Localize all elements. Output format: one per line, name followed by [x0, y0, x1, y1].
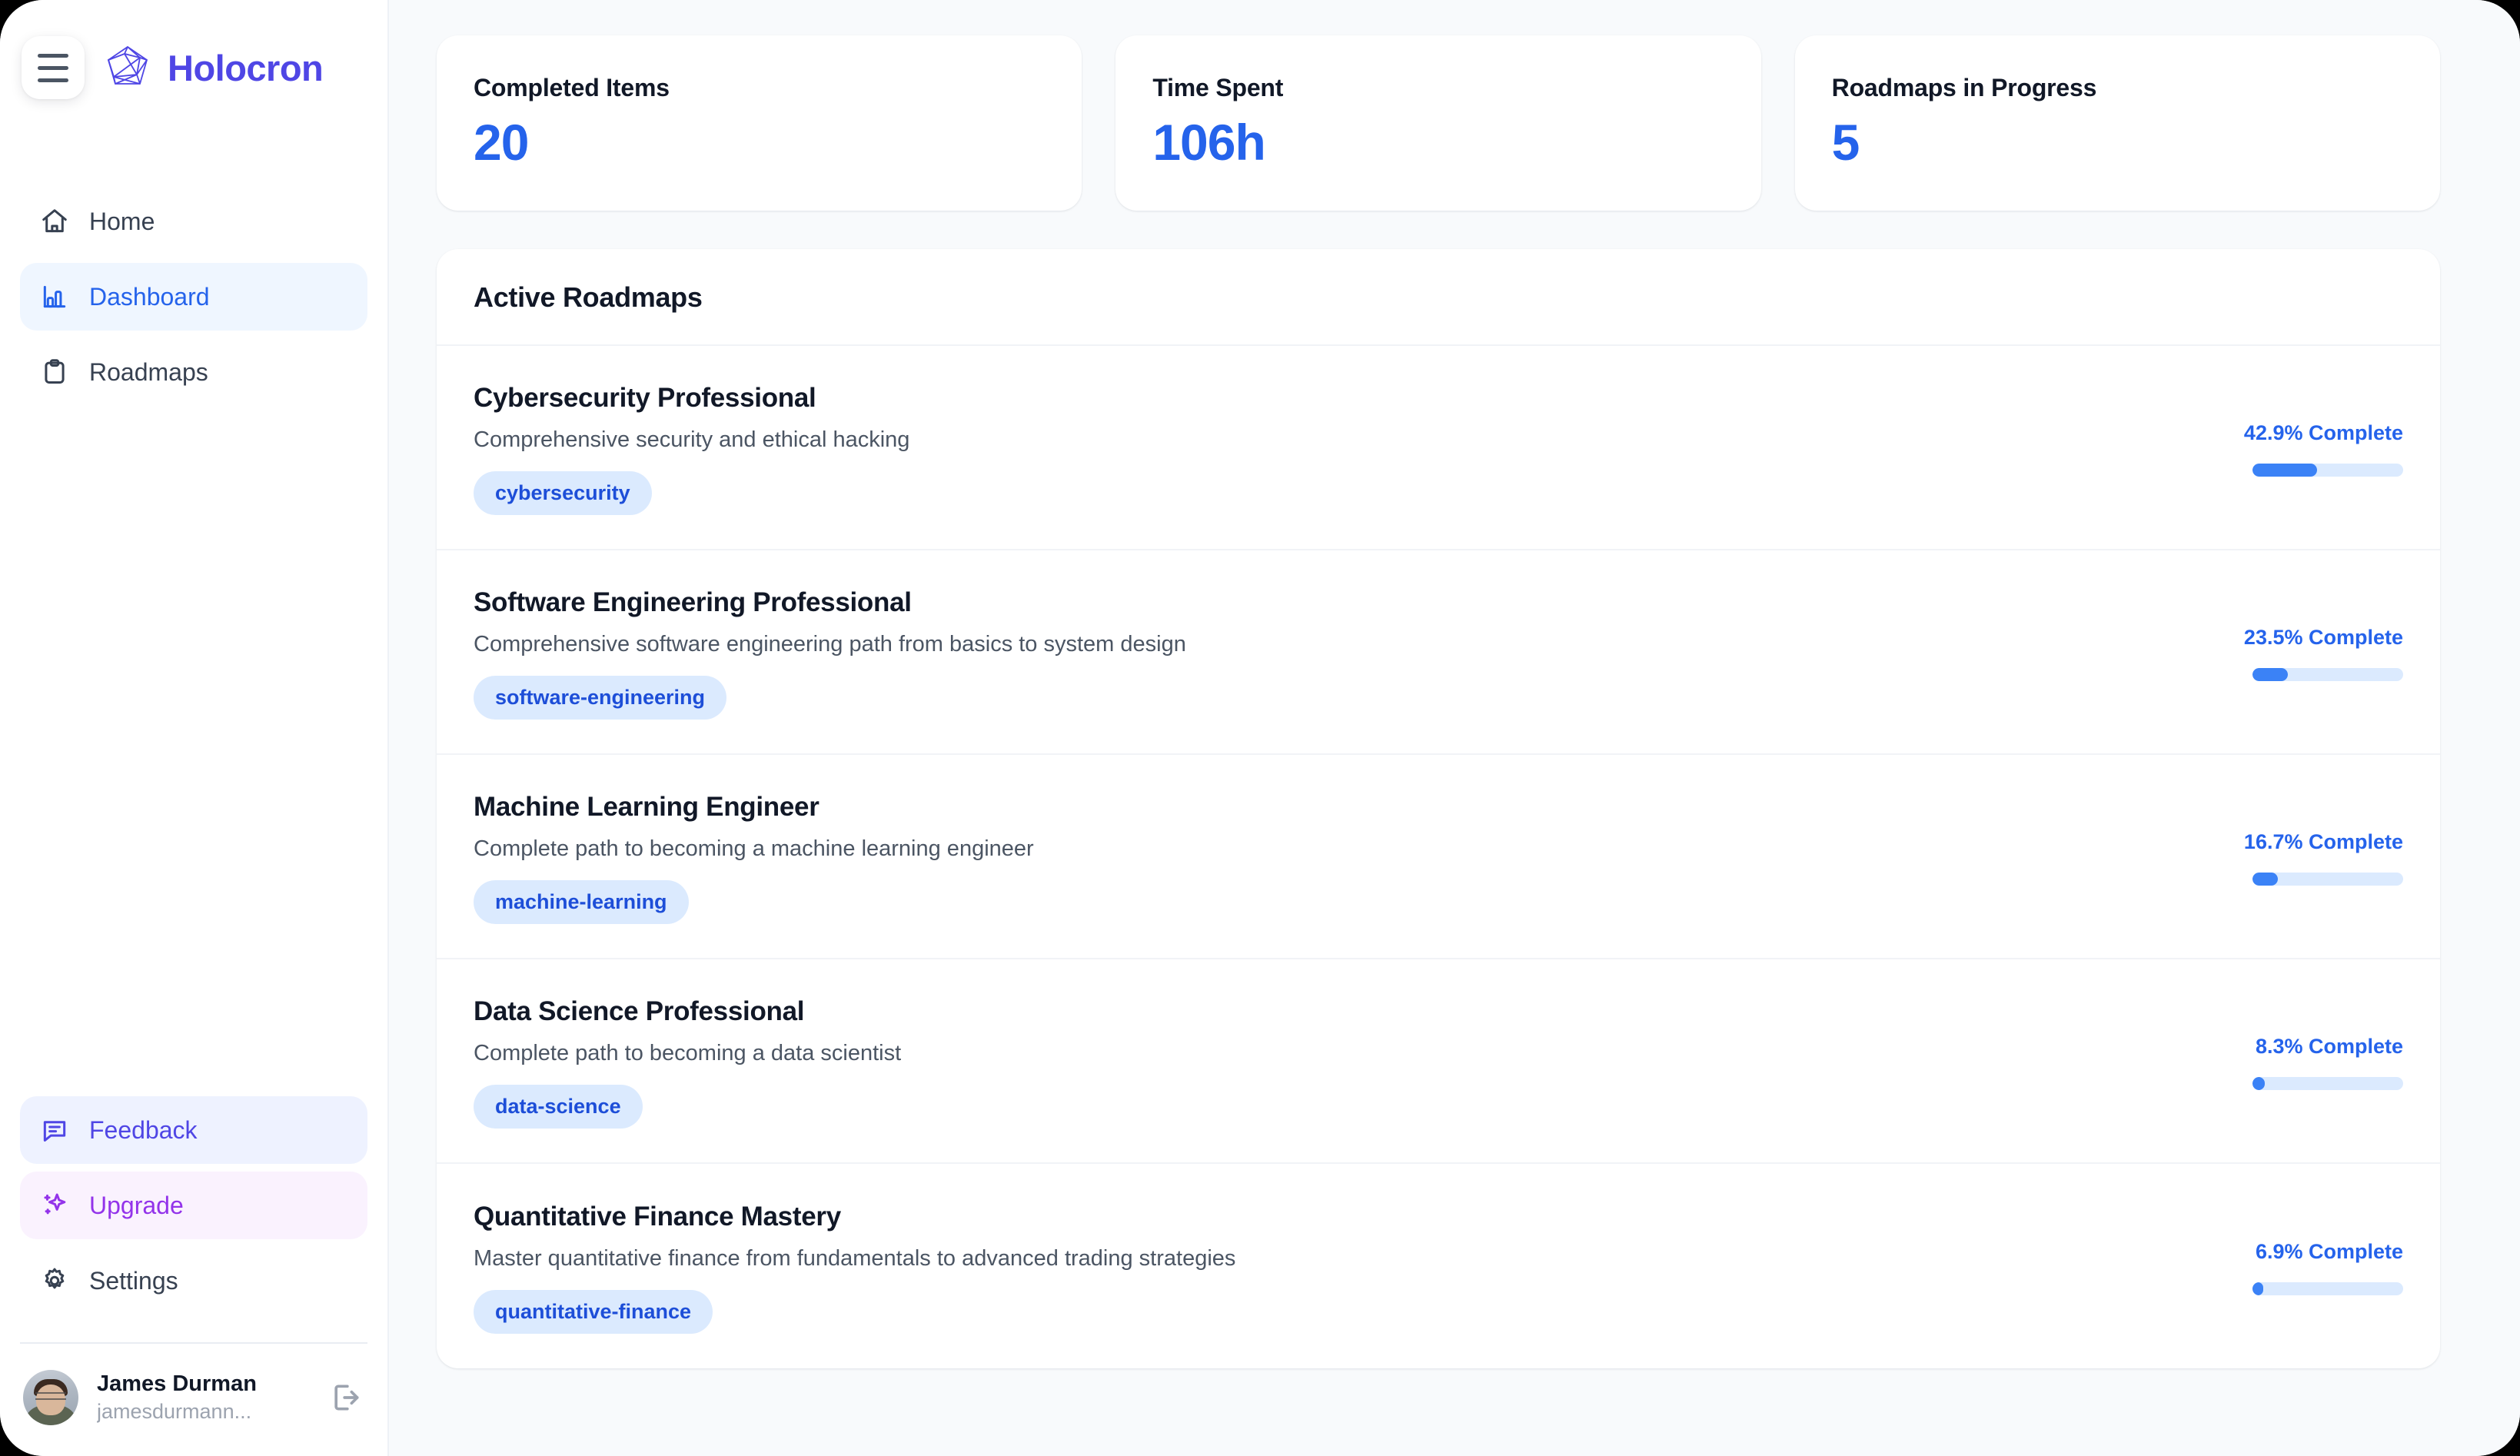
sidebar-item-label: Dashboard [89, 282, 210, 311]
stat-value: 5 [1831, 114, 1860, 171]
stat-label: Completed Items [474, 74, 670, 101]
roadmap-info: Cybersecurity Professional Comprehensive… [474, 383, 2211, 516]
sidebar-item-label: Settings [89, 1266, 178, 1295]
sidebar: Holocron Home Dashboard Roadmaps Feedbac… [0, 0, 389, 1456]
progress-bar [2252, 464, 2403, 477]
stat-value: 106h [1152, 114, 1265, 171]
sidebar-item-label: Roadmaps [89, 357, 208, 386]
sparkles-icon [40, 1191, 69, 1220]
stat-value: 20 [474, 114, 529, 171]
brand[interactable]: Holocron [103, 43, 324, 92]
progress-bar-fill [2252, 1077, 2266, 1091]
user-handle: jamesdurmann... [97, 1400, 252, 1423]
roadmap-progress: 16.7% Complete [2242, 830, 2403, 886]
roadmap-progress: 6.9% Complete [2242, 1240, 2403, 1296]
stats-row: Completed Items 20 Time Spent 106h Roadm… [437, 35, 2440, 211]
progress-bar-fill [2252, 668, 2289, 682]
clipboard-icon [40, 357, 69, 387]
brand-name: Holocron [168, 47, 324, 88]
sidebar-item-label: Feedback [89, 1115, 198, 1144]
sidebar-item-settings[interactable]: Settings [20, 1247, 367, 1315]
sidebar-item-roadmaps[interactable]: Roadmaps [20, 338, 367, 406]
stat-card-roadmaps-in-progress: Roadmaps in Progress 5 [1794, 35, 2440, 211]
roadmap-description: Master quantitative finance from fundame… [474, 1246, 1236, 1272]
progress-label: 6.9% Complete [2255, 1240, 2403, 1264]
progress-bar [2252, 668, 2403, 682]
progress-bar-fill [2252, 464, 2318, 477]
roadmap-info: Quantitative Finance Mastery Master quan… [474, 1202, 2211, 1335]
active-roadmaps-panel: Active Roadmaps Cybersecurity Profession… [437, 249, 2440, 1369]
roadmap-info: Software Engineering Professional Compre… [474, 587, 2211, 720]
table-row[interactable]: Cybersecurity Professional Comprehensive… [437, 346, 2440, 551]
roadmap-description: Comprehensive security and ethical hacki… [474, 427, 910, 453]
roadmap-description: Complete path to becoming a machine lear… [474, 836, 1034, 862]
roadmap-info: Machine Learning Engineer Complete path … [474, 792, 2211, 925]
roadmap-description: Complete path to becoming a data scienti… [474, 1041, 902, 1066]
table-row[interactable]: Machine Learning Engineer Complete path … [437, 755, 2440, 960]
stat-label: Roadmaps in Progress [1831, 74, 2097, 101]
user-text: James Durman jamesdurmann... [97, 1371, 309, 1424]
roadmap-title: Quantitative Finance Mastery [474, 1202, 841, 1232]
progress-bar [2252, 873, 2403, 886]
progress-bar [2252, 1077, 2403, 1091]
roadmap-tag[interactable]: data-science [474, 1085, 643, 1129]
sidebar-item-label: Upgrade [89, 1191, 184, 1219]
table-row[interactable]: Data Science Professional Complete path … [437, 959, 2440, 1165]
polyhedron-logo-icon [103, 43, 152, 92]
sidebar-item-label: Home [89, 207, 155, 235]
stat-label: Time Spent [1152, 74, 1284, 101]
roadmap-tag[interactable]: quantitative-finance [474, 1290, 713, 1335]
sidebar-item-dashboard[interactable]: Dashboard [20, 263, 367, 331]
panel-header: Active Roadmaps [437, 249, 2440, 347]
user-name: James Durman [97, 1371, 257, 1396]
progress-label: 42.9% Complete [2243, 421, 2403, 445]
stat-card-completed-items: Completed Items 20 [437, 35, 1082, 211]
roadmap-title: Cybersecurity Professional [474, 383, 816, 414]
table-row[interactable]: Quantitative Finance Mastery Master quan… [437, 1164, 2440, 1368]
sidebar-nav-bottom: Feedback Upgrade Settings [0, 1096, 387, 1315]
roadmap-info: Data Science Professional Complete path … [474, 996, 2211, 1129]
progress-label: 23.5% Complete [2243, 626, 2403, 650]
roadmap-title: Data Science Professional [474, 996, 805, 1027]
main-content: Completed Items 20 Time Spent 106h Roadm… [389, 0, 2520, 1456]
bar-chart-icon [40, 282, 69, 311]
roadmap-progress: 8.3% Complete [2242, 1035, 2403, 1091]
sidebar-item-upgrade[interactable]: Upgrade [20, 1172, 367, 1239]
logout-icon[interactable] [327, 1379, 364, 1416]
progress-label: 8.3% Complete [2255, 1035, 2403, 1059]
app-window: Holocron Home Dashboard Roadmaps Feedbac… [0, 0, 2520, 1456]
user-profile[interactable]: James Durman jamesdurmann... [0, 1344, 387, 1456]
progress-bar [2252, 1282, 2403, 1296]
roadmap-tag[interactable]: software-engineering [474, 676, 727, 720]
hamburger-menu-icon[interactable] [22, 36, 85, 99]
roadmap-tag[interactable]: machine-learning [474, 880, 689, 925]
roadmap-title: Software Engineering Professional [474, 587, 912, 618]
roadmap-description: Comprehensive software engineering path … [474, 632, 1186, 657]
stat-card-time-spent: Time Spent 106h [1115, 35, 1761, 211]
home-icon [40, 207, 69, 236]
sidebar-item-home[interactable]: Home [20, 188, 367, 255]
sidebar-header: Holocron [0, 0, 387, 135]
table-row[interactable]: Software Engineering Professional Compre… [437, 550, 2440, 756]
avatar [23, 1370, 78, 1425]
roadmap-progress: 42.9% Complete [2242, 421, 2403, 477]
message-square-icon [40, 1115, 69, 1145]
roadmap-progress: 23.5% Complete [2242, 626, 2403, 682]
sidebar-item-feedback[interactable]: Feedback [20, 1096, 367, 1164]
progress-bar-fill [2252, 873, 2278, 886]
roadmap-tag[interactable]: cybersecurity [474, 471, 652, 516]
gear-icon [40, 1266, 69, 1295]
sidebar-nav-main: Home Dashboard Roadmaps [0, 188, 387, 406]
page-title: Active Roadmaps [474, 281, 703, 314]
progress-bar-fill [2252, 1282, 2263, 1296]
roadmap-title: Machine Learning Engineer [474, 792, 819, 823]
progress-label: 16.7% Complete [2243, 830, 2403, 854]
